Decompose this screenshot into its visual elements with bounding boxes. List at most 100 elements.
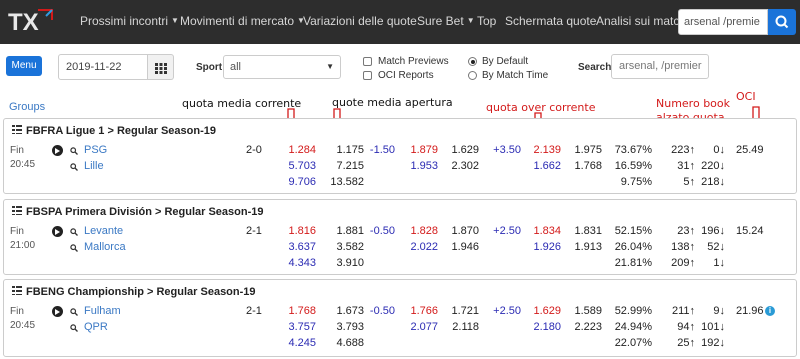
match-time: 21:00 <box>10 240 36 251</box>
match-time: 20:45 <box>10 159 36 170</box>
odds-cell-b2: 192↓ <box>701 337 725 349</box>
tx-logo[interactable]: TX <box>8 6 64 36</box>
odds-cell-open: 3.582 <box>336 241 364 253</box>
odds-cell-b1: 31↑ <box>677 160 695 172</box>
info-icon[interactable]: i <box>765 306 775 316</box>
arrow-circle-right-icon[interactable] <box>52 226 63 237</box>
date-input[interactable]: 2019-11-22 <box>58 54 148 80</box>
odds-cell-o2: 1.975 <box>574 144 602 156</box>
nav-search-button[interactable] <box>768 9 796 35</box>
odds-cell-o2: 1.913 <box>574 241 602 253</box>
group-panel: FBFRA Ligue 1 > Regular Season-19 Fin 20:4… <box>3 118 797 194</box>
odds-cell-h2: 1.721 <box>451 305 479 317</box>
magnifier-icon[interactable] <box>70 308 78 316</box>
by-match-time-radio[interactable] <box>468 71 477 80</box>
group-title[interactable]: FBSPA Primera División > Regular Season-… <box>12 206 264 218</box>
nav-variazioni-delle-quote[interactable]: Variazioni delle quote <box>303 14 417 28</box>
group-title[interactable]: FBFRA Ligue 1 > Regular Season-19 <box>12 125 216 137</box>
calendar-button[interactable] <box>148 54 174 80</box>
odds-cell-b1: 23↑ <box>677 225 695 237</box>
odds-cell-b1: 25↑ <box>677 337 695 349</box>
nav-sure-bet[interactable]: Sure Bet ▼ <box>417 14 475 28</box>
search-label: Search <box>578 62 612 73</box>
nav-search-input[interactable]: arsenal /premie <box>678 9 768 35</box>
list-grid-icon <box>12 206 22 215</box>
top-navbar: TX Prossimi incontri ▼ Movimenti di merca… <box>0 0 800 44</box>
team-link[interactable]: Fulham <box>84 305 121 317</box>
odds-cell-b2: 101↓ <box>701 321 725 333</box>
odds-cell-b2: 52↓ <box>707 241 725 253</box>
magnifier-icon[interactable] <box>70 228 78 236</box>
nav-top[interactable]: Top <box>477 14 496 28</box>
odds-cell-h1: 2.022 <box>410 241 438 253</box>
odds-cell-b2: 196↓ <box>701 225 725 237</box>
odds-cell-b2: 0↓ <box>713 144 725 156</box>
nav-analisi-sui-match[interactable]: Analisi sui matc <box>596 14 679 28</box>
odds-cell-h1: 2.077 <box>410 321 438 333</box>
search-input[interactable]: arsenal, /premier <box>611 54 709 79</box>
nav-schermata-quote[interactable]: Schermata quote <box>505 14 596 28</box>
odds-cell-open: 1.881 <box>336 225 364 237</box>
match-score: 2-0 <box>246 144 262 156</box>
odds-cell-hcp: -1.50 <box>369 144 395 156</box>
odds-cell-cur: 4.343 <box>288 257 316 269</box>
odds-cell-cur: 3.757 <box>288 321 316 333</box>
team-link[interactable]: Levante <box>84 225 123 237</box>
calendar-grid-icon <box>155 63 167 74</box>
odds-cell-hcp: -0.50 <box>369 305 395 317</box>
match-previews-label: Match Previews <box>378 56 449 67</box>
odds-cell-cur: 5.703 <box>288 160 316 172</box>
magnifier-icon[interactable] <box>70 244 78 252</box>
sport-select[interactable]: all ▼ <box>223 55 341 79</box>
odds-cell-o1: 1.662 <box>533 160 561 172</box>
annotation-quota-media-apertura: quote media apertura <box>332 96 453 109</box>
nav-prossimi-incontri[interactable]: Prossimi incontri ▼ <box>80 14 179 28</box>
by-default-radio[interactable] <box>468 57 477 66</box>
magnifier-icon[interactable] <box>70 147 78 155</box>
logo-text: TX <box>8 9 39 36</box>
odds-cell-open: 13.582 <box>330 176 364 188</box>
odds-cell-h1: 1.766 <box>410 305 438 317</box>
odds-cell-ou: +3.50 <box>493 144 521 156</box>
arrow-circle-right-icon[interactable] <box>52 145 63 156</box>
match-previews-checkbox[interactable] <box>363 57 372 66</box>
odds-cell-ou: +2.50 <box>493 305 521 317</box>
odds-cell-h1: 1.828 <box>410 225 438 237</box>
odds-cell-open: 7.215 <box>336 160 364 172</box>
odds-cell-pct1: 26.04% <box>614 241 652 253</box>
odds-cell-pct1: 73.67% <box>614 144 652 156</box>
odds-cell-b2: 218↓ <box>701 176 725 188</box>
oci-value: 15.24 <box>736 225 764 237</box>
menu-button[interactable]: Menu <box>6 56 42 76</box>
group-panel: FBENG Championship > Regular Season-19 Fi… <box>3 279 797 357</box>
odds-cell-pct1: 16.59% <box>614 160 652 172</box>
by-match-time-label: By Match Time <box>482 70 549 81</box>
group-title-text: FBFRA Ligue 1 > Regular Season-19 <box>26 125 216 137</box>
team-link[interactable]: PSG <box>84 144 107 156</box>
odds-cell-b1: 209↑ <box>671 257 695 269</box>
odds-cell-pct1: 52.99% <box>614 305 652 317</box>
oci-reports-checkbox[interactable] <box>363 71 372 80</box>
odds-cell-h2: 2.302 <box>451 160 479 172</box>
odds-cell-cur: 1.284 <box>288 144 316 156</box>
caret-down-icon: ▼ <box>466 16 475 25</box>
odds-cell-hcp: -0.50 <box>369 225 395 237</box>
oci-reports-label: OCI Reports <box>378 70 434 81</box>
team-link[interactable]: Lille <box>84 160 104 172</box>
select-caret-icon: ▼ <box>326 62 334 71</box>
nav-movimenti-di-mercato[interactable]: Movimenti di mercato ▼ <box>180 14 305 28</box>
annotation-oci: OCI <box>736 90 756 103</box>
arrow-circle-right-icon[interactable] <box>52 306 63 317</box>
search-icon <box>775 15 789 29</box>
by-default-label: By Default <box>482 56 529 67</box>
team-link[interactable]: Mallorca <box>84 241 126 253</box>
magnifier-icon[interactable] <box>70 163 78 171</box>
groups-link[interactable]: Groups <box>9 101 45 113</box>
odds-cell-o1: 1.926 <box>533 241 561 253</box>
team-link[interactable]: QPR <box>84 321 108 333</box>
odds-cell-b2: 220↓ <box>701 160 725 172</box>
group-title[interactable]: FBENG Championship > Regular Season-19 <box>12 286 256 298</box>
odds-cell-b1: 94↑ <box>677 321 695 333</box>
odds-cell-open: 4.688 <box>336 337 364 349</box>
magnifier-icon[interactable] <box>70 324 78 332</box>
